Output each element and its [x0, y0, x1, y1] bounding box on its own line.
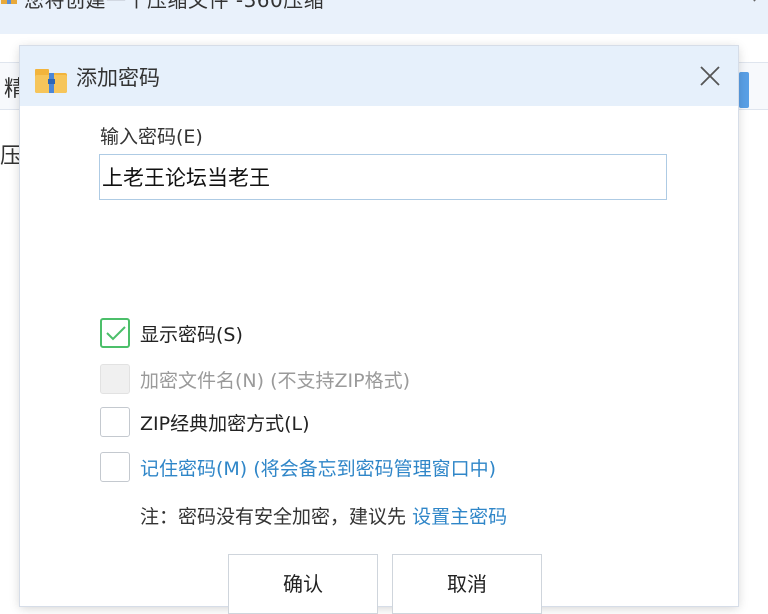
expand-icon[interactable]: ↗ — [751, 0, 766, 7]
note-text: 注：密码没有安全加密，建议先 — [140, 506, 407, 528]
dialog-title: 添加密码 — [76, 66, 160, 90]
close-icon[interactable] — [698, 64, 722, 88]
cancel-button[interactable]: 取消 — [392, 554, 542, 614]
dialog-titlebar: 添加密码 — [20, 46, 738, 106]
confirm-button[interactable]: 确认 — [228, 554, 378, 614]
password-input[interactable] — [102, 157, 662, 197]
background-window-title: 您将创建一个压缩文件 -360压缩 — [24, 0, 325, 12]
check-icon — [106, 326, 126, 341]
zip-classic-label[interactable]: ZIP经典加密方式(L) — [140, 409, 310, 436]
background-row-text: 压 — [0, 144, 23, 169]
password-label: 输入密码(E) — [100, 126, 203, 148]
add-password-dialog: 添加密码 输入密码(E) 显示密码(S) 加密文件名(N) (不支持ZIP格式)… — [20, 46, 738, 614]
background-info-icon — [739, 72, 749, 108]
remember-password-checkbox[interactable] — [100, 452, 130, 482]
security-note: 注：密码没有安全加密，建议先 设置主密码 — [140, 502, 507, 529]
archive-icon — [1, 0, 17, 4]
encrypt-filenames-checkbox — [100, 364, 130, 394]
zip-classic-checkbox[interactable] — [100, 407, 130, 437]
archive-icon — [35, 69, 67, 93]
show-password-checkbox[interactable] — [100, 318, 130, 348]
password-field[interactable] — [99, 154, 667, 200]
show-password-label[interactable]: 显示密码(S) — [140, 320, 243, 347]
encrypt-filenames-option: 加密文件名(N) (不支持ZIP格式) — [100, 364, 700, 396]
background-window-titlebar: 您将创建一个压缩文件 -360压缩 ↗ — [0, 0, 768, 34]
zip-classic-option[interactable]: ZIP经典加密方式(L) — [100, 407, 700, 439]
encrypt-filenames-label: 加密文件名(N) (不支持ZIP格式) — [140, 370, 410, 392]
remember-password-option[interactable]: 记住密码(M) (将会备忘到密码管理窗口中) — [100, 452, 700, 484]
set-master-password-link[interactable]: 设置主密码 — [412, 506, 507, 528]
remember-password-label[interactable]: 记住密码(M) (将会备忘到密码管理窗口中) — [140, 454, 496, 481]
show-password-option[interactable]: 显示密码(S) — [100, 318, 700, 350]
